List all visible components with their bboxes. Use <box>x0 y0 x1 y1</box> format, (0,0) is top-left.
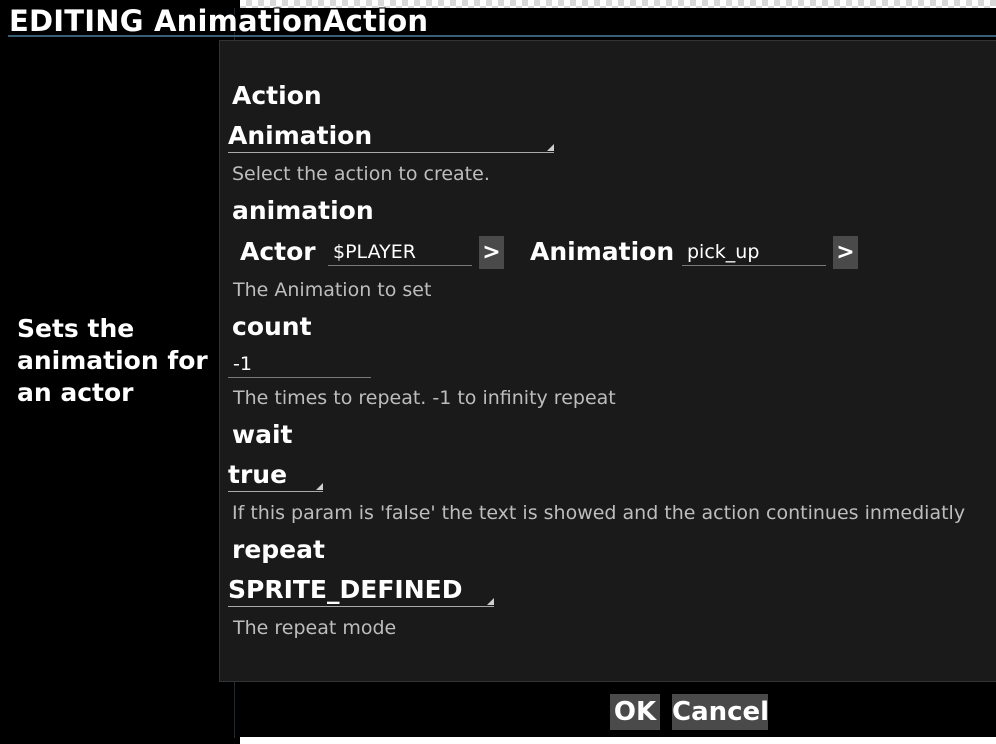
animation-go-button[interactable]: > <box>833 236 858 269</box>
title-underline <box>8 35 996 37</box>
wait-select-value: true <box>228 460 288 489</box>
dialog-title: EDITING AnimationAction <box>9 4 429 38</box>
action-hint: Select the action to create. <box>232 163 490 185</box>
animation-label: animation <box>232 196 374 225</box>
animation-sub-label: Animation <box>530 237 675 266</box>
repeat-hint: The repeat mode <box>233 617 397 639</box>
action-select-value: Animation <box>228 121 373 150</box>
title-bar: EDITING AnimationAction <box>0 0 996 38</box>
wait-label: wait <box>232 420 293 449</box>
canvas-backdrop-bottom <box>240 737 996 744</box>
actor-label: Actor <box>240 237 316 266</box>
count-label: count <box>232 312 312 341</box>
repeat-select-value: SPRITE_DEFINED <box>228 575 463 604</box>
animation-input[interactable]: pick_up <box>682 240 826 266</box>
count-input[interactable]: -1 <box>228 352 371 378</box>
count-hint: The times to repeat. -1 to infinity repe… <box>233 387 616 409</box>
actor-go-button[interactable]: > <box>479 236 504 269</box>
actor-input[interactable]: $PLAYER <box>328 240 472 266</box>
cancel-button[interactable]: Cancel <box>672 694 769 730</box>
properties-panel: Action Animation Select the action to cr… <box>219 40 996 682</box>
dropdown-corner-icon <box>547 144 554 151</box>
ok-button[interactable]: OK <box>610 694 660 730</box>
repeat-select[interactable]: SPRITE_DEFINED <box>228 575 494 607</box>
wait-select[interactable]: true <box>228 460 323 492</box>
dropdown-corner-icon <box>316 483 323 490</box>
action-label: Action <box>232 81 322 110</box>
dropdown-corner-icon <box>487 598 494 605</box>
animation-hint: The Animation to set <box>233 279 432 301</box>
action-select[interactable]: Animation <box>228 121 554 153</box>
action-description: Sets the animation for an actor <box>17 314 208 407</box>
repeat-label: repeat <box>232 535 325 564</box>
wait-hint: If this param is 'false' the text is sho… <box>232 502 966 524</box>
